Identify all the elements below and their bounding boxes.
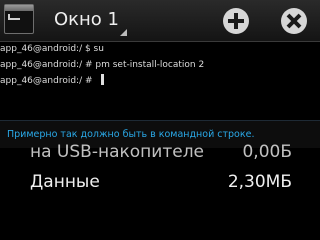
data-label: Данные — [30, 172, 100, 192]
usb-storage-value: 0,00Б — [242, 142, 292, 162]
terminal-line: app_46@android:/ $ su — [0, 44, 104, 54]
terminal-output[interactable]: app_46@android:/ $ su app_46@android:/ #… — [0, 42, 320, 120]
terminal-icon-titlebar — [5, 5, 33, 11]
close-window-button[interactable] — [281, 8, 307, 34]
storage-usb-row: на USB-накопителе 0,00Б — [0, 138, 320, 168]
usb-storage-label: на USB-накопителе — [30, 142, 205, 162]
terminal-line: app_46@android:/ # — [0, 76, 93, 86]
data-value: 2,30МБ — [227, 172, 292, 192]
terminal-icon-prompt — [8, 14, 20, 20]
plus-icon — [228, 13, 244, 29]
terminal-line: app_46@android:/ # pm set-install-locati… — [0, 60, 205, 70]
window-title: Окно 1 — [54, 9, 119, 30]
spinner-arrow-icon — [120, 29, 127, 36]
terminal-icon[interactable] — [4, 4, 34, 34]
storage-data-row: Данные 2,30МБ — [0, 168, 320, 198]
window-selector[interactable]: Окно 1 — [44, 0, 130, 42]
action-bar: Окно 1 — [0, 0, 320, 42]
terminal-cursor — [101, 74, 104, 85]
close-icon — [286, 13, 302, 29]
add-window-button[interactable] — [223, 8, 249, 34]
